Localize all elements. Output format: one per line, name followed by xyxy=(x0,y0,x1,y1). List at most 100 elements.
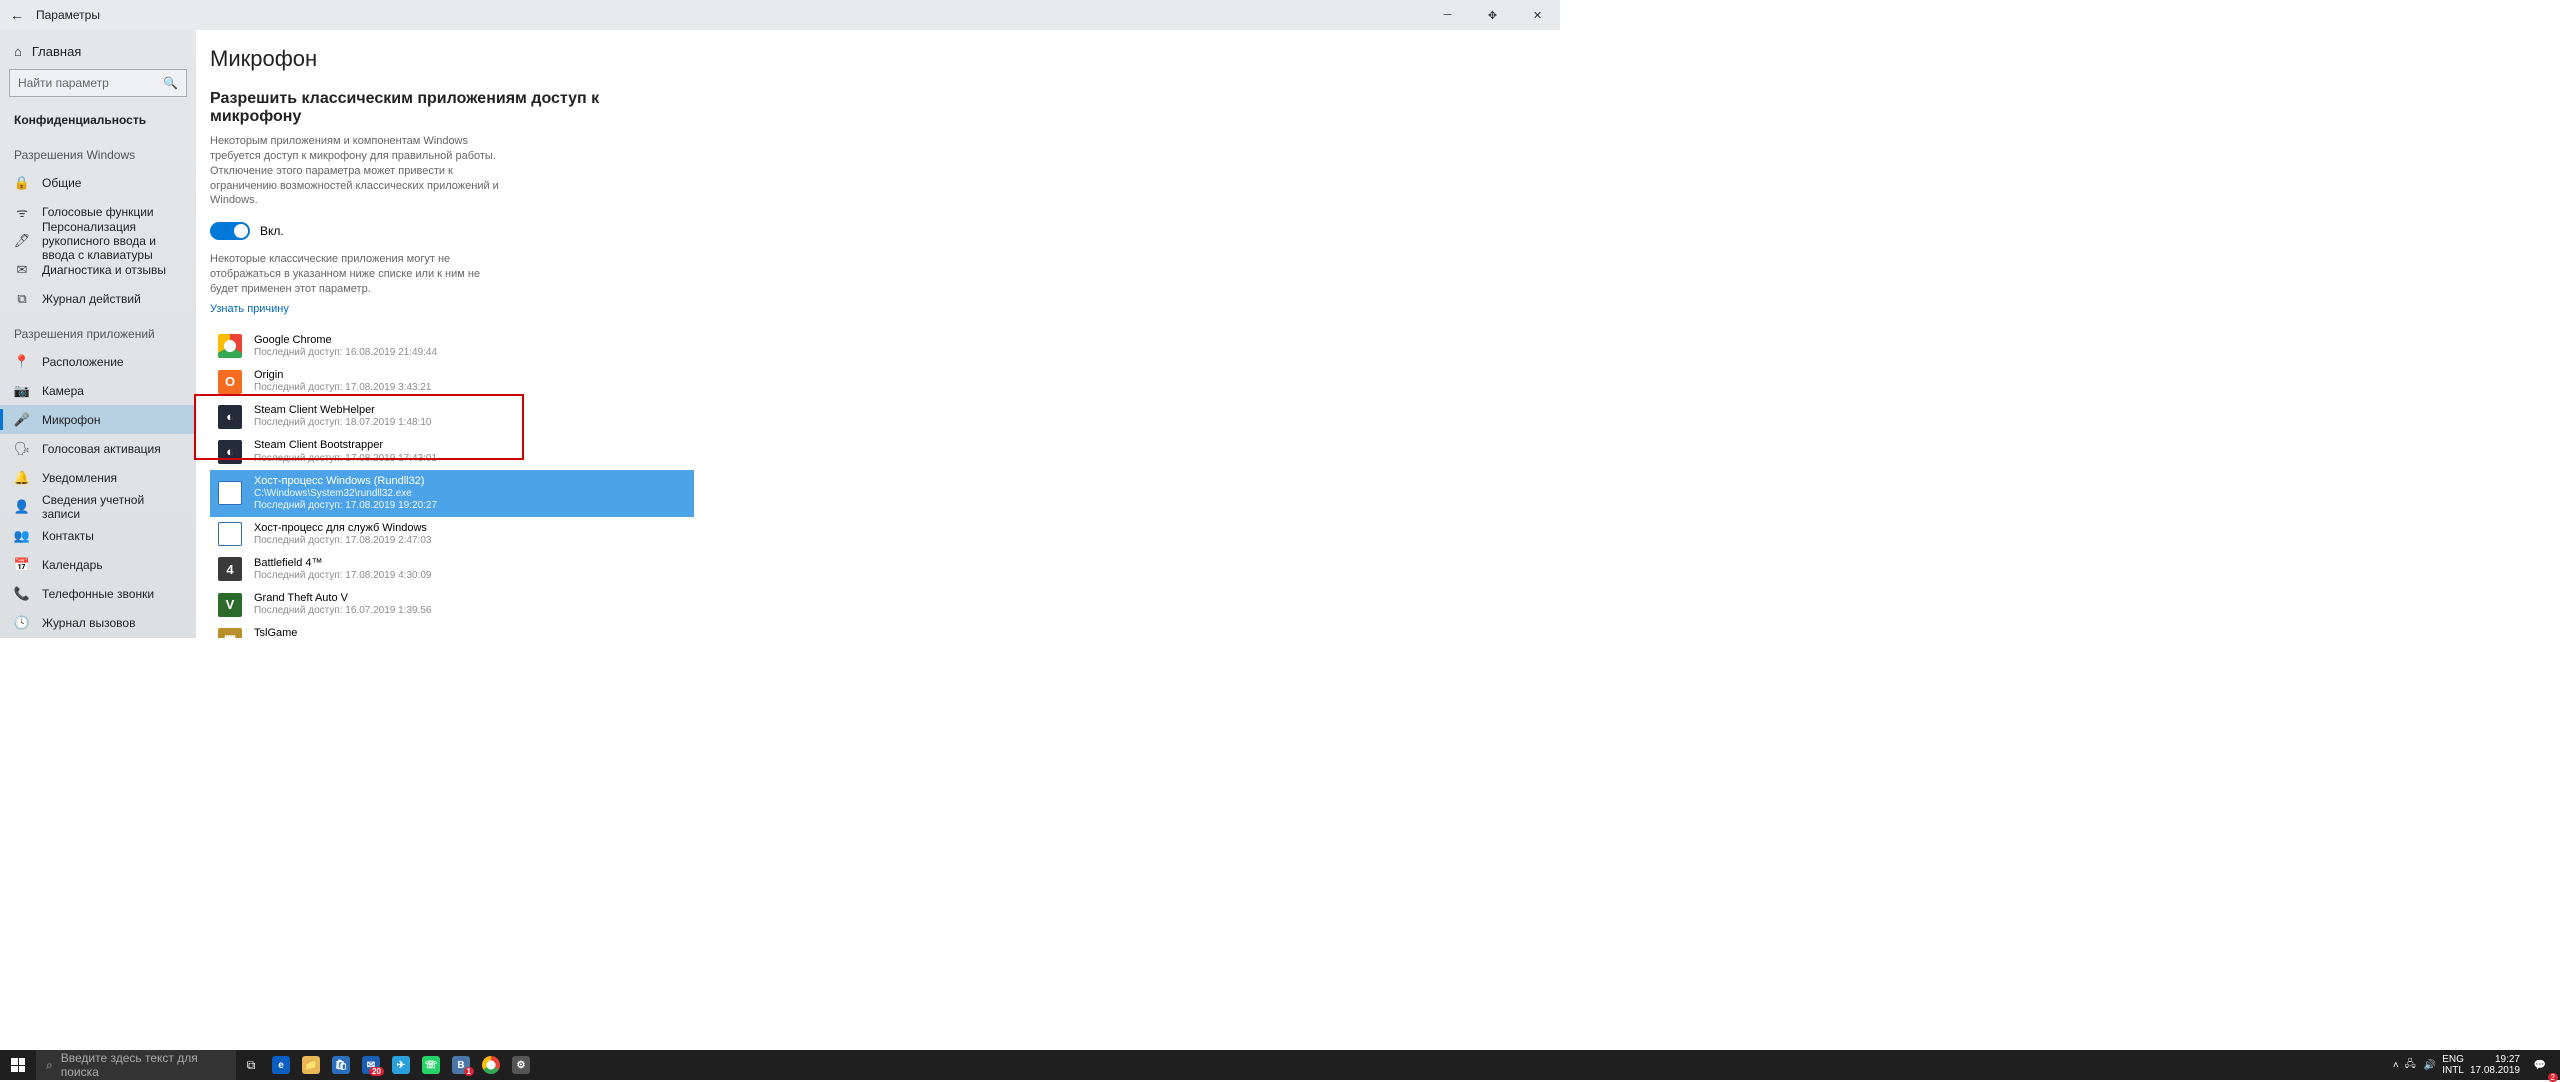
sidebar-item[interactable]: 🗣 Голосовая активация xyxy=(0,434,196,463)
app-last-access: Последний доступ: 17.08.2019 3:43:21 xyxy=(254,382,432,394)
app-last-access: Последний доступ: 16.08.2019 21:49:44 xyxy=(254,347,437,359)
app-name: Grand Theft Auto V xyxy=(254,592,432,605)
app-row[interactable]: VGrand Theft Auto VПоследний доступ: 16.… xyxy=(210,587,694,622)
nav-item-label: Журнал вызовов xyxy=(42,616,135,630)
app-row[interactable]: O OriginПоследний доступ: 17.08.2019 3:43… xyxy=(210,364,694,399)
network-icon[interactable]: 🖧 xyxy=(2405,1057,2416,1074)
close-button[interactable]: ✕ xyxy=(1515,0,1560,30)
nav-item-label: Микрофон xyxy=(42,413,100,427)
task-view-button[interactable]: ⧉ xyxy=(236,1050,266,1080)
nav-item-label: Контакты xyxy=(42,529,94,543)
nav-item-label: Расположение xyxy=(42,355,124,369)
section-description: Некоторым приложениям и компонентам Wind… xyxy=(210,134,510,208)
app-icon: ◐ xyxy=(218,405,242,429)
app-icon: ◐ xyxy=(218,440,242,464)
nav-item-label: Голосовая активация xyxy=(42,442,161,456)
sidebar-item[interactable]: 📅 Календарь xyxy=(0,550,196,579)
sidebar-item[interactable]: 🔔Уведомления xyxy=(0,463,196,492)
nav-item-label: Камера xyxy=(42,384,84,398)
app-row[interactable]: Хост-процесс Windows (Rundll32)C:\Window… xyxy=(210,470,694,517)
app-icon xyxy=(218,481,242,505)
nav-item-label: Диагностика и отзывы xyxy=(42,263,166,277)
app-icon: ▦ xyxy=(218,628,242,638)
action-center-button[interactable]: 💬 xyxy=(2526,1050,2554,1080)
clock[interactable]: 19:27 17.08.2019 xyxy=(2470,1054,2520,1076)
app-name: Хост-процесс для служб Windows xyxy=(254,522,432,535)
nav-item-icon: 📷 xyxy=(14,383,30,399)
search-input[interactable]: Найти параметр 🔍 xyxy=(9,69,187,97)
nav-item-label: Журнал действий xyxy=(42,292,141,306)
app-row[interactable]: Хост-процесс для служб WindowsПоследний … xyxy=(210,517,694,552)
sidebar-item[interactable]: 📞Телефонные звонки xyxy=(0,579,196,608)
windows-logo-icon xyxy=(11,1058,25,1072)
nav-item-label: Уведомления xyxy=(42,471,117,485)
app-last-access: Последний доступ: 17.08.2019 4:30:09 xyxy=(254,570,432,582)
sidebar-item[interactable]: 👤Сведения учетной записи xyxy=(0,492,196,521)
home-link[interactable]: ⌂ Главная xyxy=(0,40,196,69)
app-name: Steam Client Bootstrapper xyxy=(254,439,437,452)
sidebar: ⌂ Главная Найти параметр 🔍 Конфиденциаль… xyxy=(0,30,196,638)
sidebar-item[interactable]: 📷 Камера xyxy=(0,376,196,405)
taskbar-app[interactable]: ✉ xyxy=(356,1050,386,1080)
taskbar-app[interactable]: e xyxy=(266,1050,296,1080)
learn-why-link[interactable]: Узнать причину xyxy=(210,303,289,315)
taskbar-app[interactable]: В xyxy=(446,1050,476,1080)
app-row[interactable]: Google ChromeПоследний доступ: 16.08.201… xyxy=(210,329,694,364)
nav-item-icon: 🔒 xyxy=(14,175,30,191)
nav-item-icon: ᯤ xyxy=(14,203,30,221)
category-label: Конфиденциальность xyxy=(0,105,196,134)
page-title: Микрофон xyxy=(210,46,1560,72)
app-icon: 4 xyxy=(218,557,242,581)
start-button[interactable] xyxy=(0,1050,36,1080)
nav-item-icon: 🖊 xyxy=(14,233,30,249)
back-button[interactable]: ← xyxy=(10,7,24,23)
tray-chevron-icon[interactable]: ˄ xyxy=(2393,1060,2399,1071)
nav-section-1: Разрешения Windows xyxy=(0,134,196,168)
sidebar-item[interactable]: 🕓Журнал вызовов xyxy=(0,608,196,637)
nav-section-2: Разрешения приложений xyxy=(0,313,196,347)
note-text: Некоторые классические приложения могут … xyxy=(210,252,510,297)
app-row[interactable]: ◐Steam Client WebHelperПоследний доступ:… xyxy=(210,399,694,434)
taskbar-app[interactable]: 🛍 xyxy=(326,1050,356,1080)
nav-item-label: Календарь xyxy=(42,558,103,572)
sidebar-item[interactable]: 🎤 Микрофон xyxy=(0,405,196,434)
taskbar-app[interactable]: 📁 xyxy=(296,1050,326,1080)
nav-item-icon: 👥 xyxy=(14,528,30,544)
language-indicator[interactable]: ENG INTL xyxy=(2442,1054,2464,1076)
sidebar-item[interactable]: 📍Расположение xyxy=(0,347,196,376)
app-name: Origin xyxy=(254,369,432,382)
nav-item-icon: ✉ xyxy=(14,262,30,278)
app-row[interactable]: ◐ Steam Client BootstrapperПоследний дост… xyxy=(210,434,694,469)
app-icon: O xyxy=(218,370,242,394)
app-icon xyxy=(218,522,242,546)
volume-icon[interactable]: 🔊 xyxy=(2424,1060,2436,1071)
sidebar-item[interactable]: 👥 Контакты xyxy=(0,521,196,550)
allow-desktop-apps-toggle[interactable] xyxy=(210,222,250,240)
taskbar-app[interactable]: ☏ xyxy=(416,1050,446,1080)
minimize-button[interactable]: ─ xyxy=(1425,0,1470,30)
maximize-button[interactable]: ✥ xyxy=(1470,0,1515,30)
nav-item-icon: 📅 xyxy=(14,557,30,573)
taskbar-app[interactable]: ✈ xyxy=(386,1050,416,1080)
taskbar-search[interactable]: ⌕ Введите здесь текст для поиска xyxy=(36,1050,236,1080)
desktop-apps-list: Google ChromeПоследний доступ: 16.08.201… xyxy=(210,329,1560,638)
nav-item-icon: 🗣 xyxy=(14,441,30,457)
nav-item-icon: 🎤 xyxy=(14,412,30,428)
nav-item-icon: ⧉ xyxy=(14,291,30,307)
taskbar-app[interactable]: ⚙ xyxy=(506,1050,536,1080)
sidebar-item[interactable]: 🔒Общие xyxy=(0,168,196,197)
home-icon: ⌂ xyxy=(14,44,22,59)
app-path: C:\Windows\System32\rundll32.exe xyxy=(254,488,437,500)
sidebar-item[interactable]: ⧉ Журнал действий xyxy=(0,284,196,313)
app-row[interactable]: ▦TslGameПоследний доступ: 17.08.2019 18:… xyxy=(210,622,694,638)
nav-item-label: Телефонные звонки xyxy=(42,587,154,601)
app-name: Battlefield 4™ xyxy=(254,557,432,570)
sidebar-item[interactable]: ✉ Диагностика и отзывы xyxy=(0,255,196,284)
section-heading: Разрешить классическим приложениям досту… xyxy=(210,90,650,126)
app-last-access: Последний доступ: 17.08.2019 17:43:01 xyxy=(254,453,437,465)
app-row[interactable]: 4 Battlefield 4™Последний доступ: 17.08.2… xyxy=(210,552,694,587)
tray-icons: 🖧 🔊 xyxy=(2405,1057,2437,1074)
taskbar-app[interactable] xyxy=(476,1050,506,1080)
sidebar-item[interactable]: 🖊Персонализация рукописного ввода и ввод… xyxy=(0,226,196,255)
titlebar: ← Параметры ─ ✥ ✕ xyxy=(0,0,1560,30)
